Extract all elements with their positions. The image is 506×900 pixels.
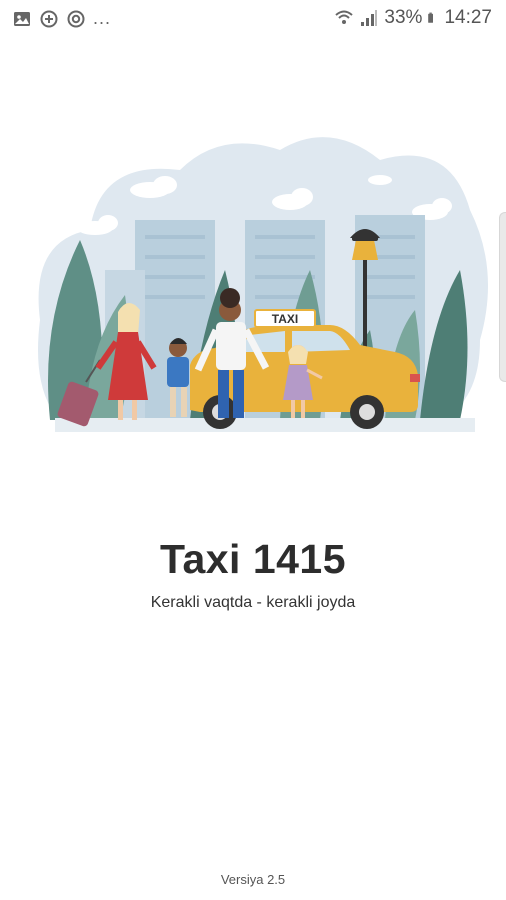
status-bar: ... 33% 14:27 xyxy=(0,0,506,38)
app-title: Taxi 1415 xyxy=(159,536,347,582)
gallery-icon xyxy=(14,11,30,26)
battery-icon xyxy=(428,12,434,23)
status-bar-right: 33% 14:27 xyxy=(334,8,492,28)
battery-percent: 33% xyxy=(384,7,423,28)
notification-overflow: ... xyxy=(93,8,112,28)
clock: 14:27 xyxy=(444,7,492,28)
wifi-icon xyxy=(335,10,354,24)
location-plus-icon xyxy=(40,10,58,27)
edge-panel-handle[interactable] xyxy=(499,212,506,382)
sync-icon xyxy=(67,10,85,27)
signal-icon xyxy=(361,10,378,26)
taxi-roof-sign: TAXI xyxy=(272,312,298,326)
app-subtitle: Kerakli vaqtda - kerakli joyda xyxy=(150,594,356,611)
status-bar-left: ... xyxy=(12,8,111,29)
app-version: Versiya 2.5 xyxy=(220,872,286,887)
family-taxi-illustration: TAXI xyxy=(38,137,488,432)
